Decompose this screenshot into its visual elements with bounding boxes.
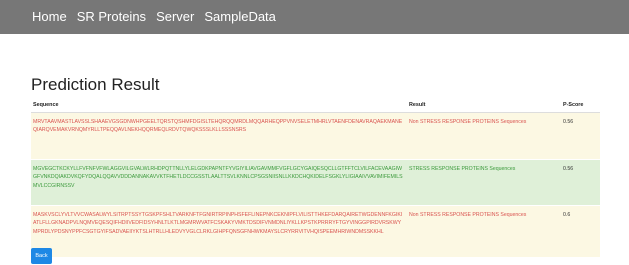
result-cell: Non STRESS RESPONSE PROTEINS Sequences <box>407 112 561 160</box>
result-column-header: Result <box>407 99 561 114</box>
table-row: MRVTAAVMASTLAVSSLSHAAEVGSGDNWHPGEELTQRST… <box>31 112 600 160</box>
sequence-cell: MRVTAAVMASTLAVSSLSHAAEVGSGDNWHPGEELTQRST… <box>31 112 407 160</box>
table-row: MGVEGCTKCKYLLFVFNFVFWLAGGVILGVALWLRHDPQT… <box>31 159 600 206</box>
table-row: MASKVSCLYVLTVVCWASALWYLSITRPTSSYTGSKPFSH… <box>31 205 600 258</box>
nav-server-link[interactable]: Server <box>156 0 194 34</box>
sequence-cell: MASKVSCLYVLTVVCWASALWYLSITRPTSSYTGSKPFSH… <box>31 205 407 258</box>
page-title: Prediction Result <box>31 75 160 94</box>
top-navbar: Home SR Proteins Server SampleData <box>0 0 629 34</box>
table-header-row: Sequence Result P-Score <box>31 99 600 114</box>
score-cell: 0.56 <box>561 112 600 160</box>
sequence-column-header: Sequence <box>31 99 407 114</box>
result-cell: STRESS RESPONSE PROTEINS Sequences <box>407 159 561 206</box>
back-button[interactable]: Back <box>31 248 52 264</box>
nav-home-link[interactable]: Home <box>32 0 67 34</box>
result-cell: Non STRESS RESPONSE PROTEINS Sequences <box>407 205 561 258</box>
score-cell: 0.6 <box>561 205 600 258</box>
nav-sampledata-link[interactable]: SampleData <box>204 0 276 34</box>
results-table: Sequence Result P-Score MRVTAAVMASTLAVSS… <box>31 99 600 258</box>
sequence-cell: MGVEGCTKCKYLLFVFNFVFWLAGGVILGVALWLRHDPQT… <box>31 159 407 206</box>
score-column-header: P-Score <box>561 99 600 114</box>
nav-sr-proteins-link[interactable]: SR Proteins <box>77 0 146 34</box>
score-cell: 0.56 <box>561 159 600 206</box>
